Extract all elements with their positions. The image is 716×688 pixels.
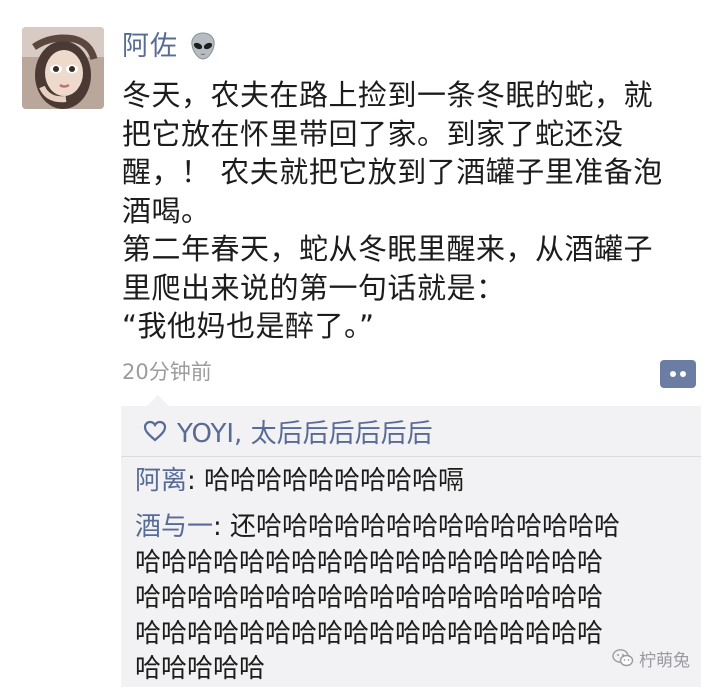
post-header: 阿佐 <box>122 25 218 67</box>
avatar-portrait-image <box>22 27 104 109</box>
comment-separator: : <box>213 512 231 542</box>
post-text-line: 第二年春天，蛇从冬眠里醒来，从酒罐子 <box>122 232 654 266</box>
watermark: 柠萌兔 <box>612 645 690 671</box>
post-text-line: “我他妈也是醉了。” <box>122 309 375 343</box>
post-text-line: 冬天，农夫在路上捡到一条冬眠的蛇，就 <box>122 78 654 112</box>
likes-row: YOYI, 太后后后后后后 <box>121 406 701 457</box>
post-timestamp: 20分钟前 <box>122 360 212 384</box>
comment-text: 哈哈哈哈哈哈哈哈哈嗝 <box>204 466 465 496</box>
comment-button-dot <box>670 371 676 377</box>
comment-text: 哈哈哈哈哈哈哈哈哈哈哈哈哈哈哈哈哈哈 <box>135 618 604 649</box>
wechat-icon <box>612 649 634 667</box>
post-text: 冬天，农夫在路上捡到一条冬眠的蛇，就 把它放在怀里带回了家。到家了蛇还没 醒，！… <box>122 76 702 346</box>
commenter-name[interactable]: 阿离 <box>135 466 187 496</box>
comment-line: 酒与一: 还哈哈哈哈哈哈哈哈哈哈哈哈哈哈 <box>135 510 695 546</box>
comment-text: 哈哈哈哈哈哈哈哈哈哈哈哈哈哈哈哈哈哈 <box>135 547 604 578</box>
comment-item[interactable]: 酒与一: 还哈哈哈哈哈哈哈哈哈哈哈哈哈哈 哈哈哈哈哈哈哈哈哈哈哈哈哈哈哈哈哈哈 … <box>135 510 695 688</box>
watermark-text: 柠萌兔 <box>639 650 690 671</box>
comment-button-dot <box>680 371 686 377</box>
comment-text: 哈哈哈哈哈 <box>135 654 266 684</box>
post-text-line: 里爬出来说的第一句话就是： <box>122 270 506 305</box>
author-avatar[interactable] <box>22 27 104 109</box>
comment-line: 阿离: 哈哈哈哈哈哈哈哈哈嗝 <box>135 464 695 500</box>
comment-separator: : <box>187 466 205 496</box>
likers-list[interactable]: YOYI, 太后后后后后后 <box>177 413 433 450</box>
author-name[interactable]: 阿佐 <box>122 33 178 60</box>
commenter-name[interactable]: 酒与一 <box>135 512 213 542</box>
comment-text: 还哈哈哈哈哈哈哈哈哈哈哈哈哈哈 <box>230 512 621 542</box>
alien-emoji-icon <box>188 31 218 61</box>
heart-icon <box>143 420 167 442</box>
comment-bubble-icon[interactable] <box>660 360 696 388</box>
post-text-line: 酒喝。 <box>122 193 211 228</box>
post-text-line: 醒，！ 农夫就把它放到了酒罐子里准备泡 <box>122 155 663 189</box>
post-text-line: 把它放在怀里带回了家。到家了蛇还没 <box>122 116 624 151</box>
comment-item[interactable]: 阿离: 哈哈哈哈哈哈哈哈哈嗝 <box>135 464 695 500</box>
comment-text: 哈哈哈哈哈哈哈哈哈哈哈哈哈哈哈哈哈哈 <box>135 583 604 613</box>
